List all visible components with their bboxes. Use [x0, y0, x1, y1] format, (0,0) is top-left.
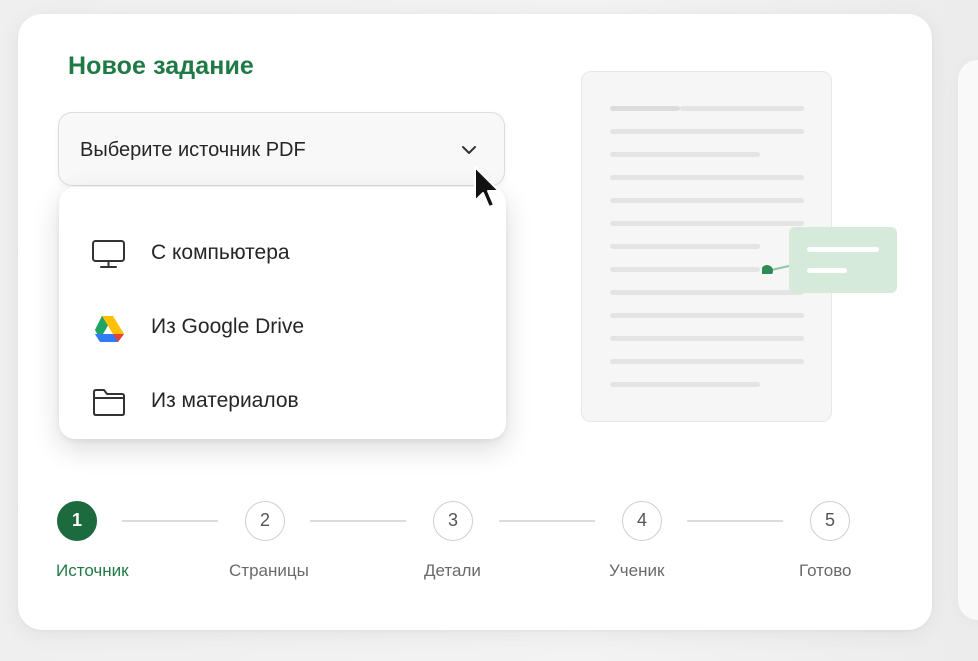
doc-line — [610, 267, 760, 272]
page-title: Новое задание — [68, 52, 254, 80]
folder-icon — [93, 389, 125, 416]
menu-item-from-computer[interactable]: С компьютера — [59, 223, 506, 283]
step-connector — [499, 520, 595, 522]
step-2-label: Страницы — [229, 561, 309, 580]
new-assignment-card: Новое задание Выберите источник PDF С ко… — [18, 14, 932, 630]
doc-line — [610, 359, 804, 364]
menu-item-from-google-drive[interactable]: Из Google Drive — [59, 297, 506, 357]
pdf-source-dropdown: С компьютера Из Google Drive Из материал… — [59, 187, 506, 439]
mouse-cursor-icon — [474, 166, 500, 208]
app-canvas: Новое задание Выберите источник PDF С ко… — [0, 0, 978, 661]
step-1-label: Источник — [56, 561, 129, 580]
chevron-down-icon — [462, 146, 476, 154]
step-5-circle[interactable]: 5 — [810, 501, 850, 541]
doc-line — [610, 290, 804, 295]
doc-line — [610, 106, 680, 111]
step-4-label: Ученик — [609, 561, 665, 580]
menu-item-label: Из Google Drive — [151, 315, 305, 338]
step-5-label: Готово — [799, 561, 852, 580]
doc-line — [610, 244, 760, 249]
progress-stepper: 1 2 3 4 5 Источник Страницы Детали Учени… — [18, 494, 932, 594]
menu-item-label: Из материалов — [151, 389, 299, 412]
google-drive-icon — [95, 316, 124, 342]
menu-item-from-materials[interactable]: Из материалов — [59, 371, 506, 431]
doc-line — [610, 129, 804, 134]
step-3-label: Детали — [424, 561, 481, 580]
doc-line — [610, 313, 804, 318]
step-4-circle[interactable]: 4 — [622, 501, 662, 541]
step-3-circle[interactable]: 3 — [433, 501, 473, 541]
doc-line — [610, 152, 760, 157]
note-line — [807, 268, 847, 273]
doc-line — [610, 221, 804, 226]
step-connector — [310, 520, 406, 522]
doc-line — [610, 382, 760, 387]
annotation-note — [789, 227, 897, 293]
doc-line — [610, 175, 804, 180]
pdf-source-select[interactable]: Выберите источник PDF — [58, 112, 505, 186]
background-panel — [958, 60, 978, 620]
step-connector — [687, 520, 783, 522]
menu-item-label: С компьютера — [151, 241, 290, 264]
step-1-circle[interactable]: 1 — [57, 501, 97, 541]
computer-monitor-icon — [92, 240, 125, 268]
doc-line — [680, 106, 804, 111]
step-2-circle[interactable]: 2 — [245, 501, 285, 541]
pdf-source-select-label: Выберите источник PDF — [80, 139, 306, 161]
doc-line — [610, 198, 804, 203]
note-line — [807, 247, 879, 252]
step-connector — [122, 520, 218, 522]
doc-line — [610, 336, 804, 341]
